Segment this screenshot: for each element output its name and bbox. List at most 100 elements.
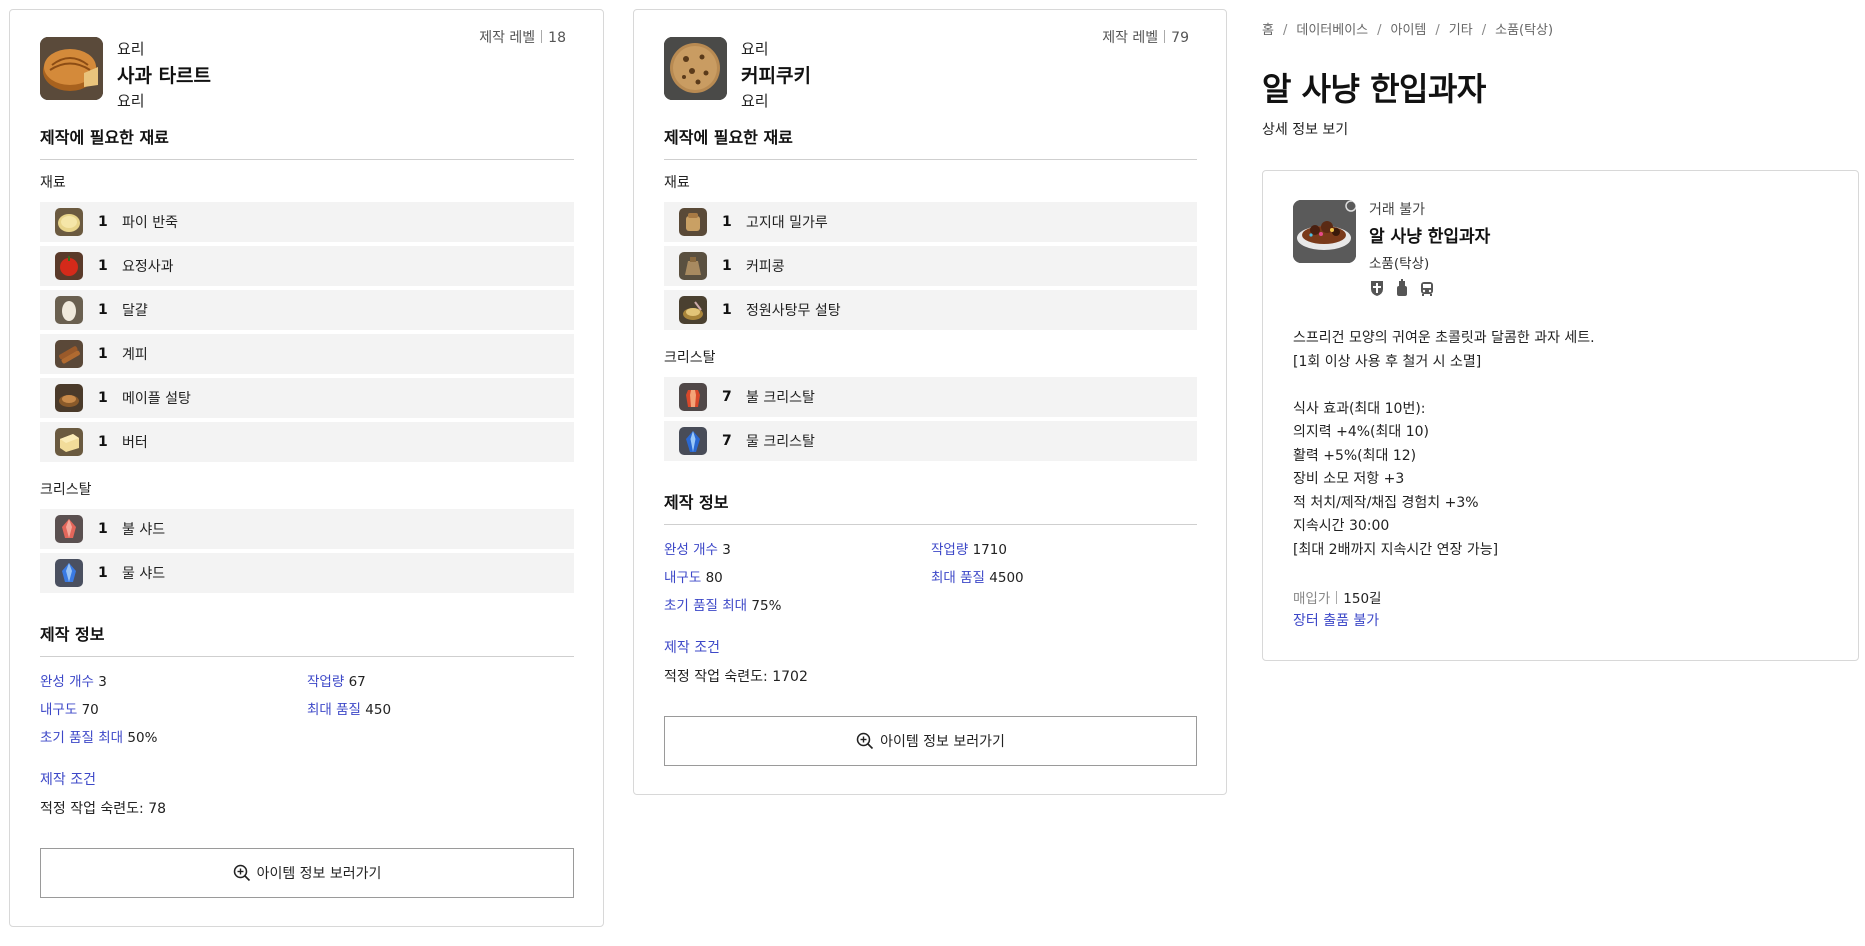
crystal-row[interactable]: 1 물 샤드 — [40, 553, 574, 593]
view-item-label: 아이템 정보 보러가기 — [880, 734, 1005, 750]
yield-label[interactable]: 완성 개수 — [664, 542, 718, 558]
material-qty: 1 — [722, 258, 732, 274]
market-status[interactable]: 장터 출품 불가 — [1293, 610, 1379, 630]
crystal-row[interactable]: 7 불 크리스탈 — [664, 377, 1197, 417]
craft-level: 제작 레벨 18 — [479, 27, 566, 47]
durability-label[interactable]: 내구도 — [664, 570, 701, 586]
materials-label: 재료 — [40, 175, 66, 191]
water-crystal-icon — [679, 427, 707, 455]
recipe-name: 커피쿠키 — [741, 65, 811, 87]
material-row[interactable]: 1 계피 — [40, 334, 574, 374]
price-value: 150길 — [1343, 591, 1382, 607]
craft-level: 제작 레벨 79 — [1102, 27, 1189, 47]
max-quality-value: 450 — [365, 702, 392, 718]
yield-value: 3 — [98, 674, 107, 690]
desc-line: 지속시간 30:00 — [1293, 518, 1390, 534]
armoire-icon — [1369, 279, 1385, 297]
craft-condition-title[interactable]: 제작 조건 — [40, 769, 574, 789]
work-label[interactable]: 작업량 — [307, 674, 344, 690]
fire-shard-icon — [55, 515, 83, 543]
material-name: 요정사과 — [122, 259, 174, 275]
material-qty: 1 — [722, 214, 732, 230]
material-row[interactable]: 1 요정사과 — [40, 246, 574, 286]
sell-price: 매입가 150길 — [1293, 587, 1381, 607]
work-label[interactable]: 작업량 — [931, 542, 968, 558]
crystal-row[interactable]: 1 불 샤드 — [40, 509, 574, 549]
material-qty: 1 — [98, 214, 108, 230]
desc-line: 의지력 +4%(최대 10) — [1293, 424, 1429, 440]
craft-info-grid: 완성 개수 3 작업량 1710 내구도 80 최대 품질 4500 초기 품질… — [664, 538, 1197, 614]
initial-quality-label[interactable]: 초기 품질 최대 — [664, 598, 747, 614]
durability-value: 80 — [705, 570, 723, 586]
egg-hunt-snack-icon — [1293, 200, 1356, 263]
crystal-name: 물 샤드 — [122, 566, 166, 582]
desc-line: [최대 2배까지 지속시간 연장 가능] — [1293, 541, 1499, 558]
crystal-list: 7 불 크리스탈 7 물 크리스탈 — [664, 377, 1197, 461]
view-item-button[interactable]: 아이템 정보 보러가기 — [40, 848, 574, 898]
material-qty: 1 — [98, 346, 108, 362]
material-name: 커피콩 — [746, 259, 785, 275]
maple-sugar-icon — [55, 384, 83, 412]
work-value: 67 — [348, 674, 366, 690]
item-type: 소품(탁상) — [1369, 256, 1430, 272]
crystal-name: 불 크리스탈 — [746, 390, 815, 406]
material-qty: 1 — [98, 302, 108, 318]
craft-info-grid: 완성 개수 3 작업량 67 내구도 70 최대 품질 450 초기 품질 최대… — [40, 670, 574, 746]
max-quality-label[interactable]: 최대 품질 — [931, 570, 985, 586]
detail-link[interactable]: 상세 정보 보기 — [1262, 119, 1348, 139]
recipe-header: 요리 사과 타르트 요리 제작 레벨 18 — [40, 10, 574, 115]
crystal-name: 물 크리스탈 — [746, 434, 815, 450]
breadcrumb-items[interactable]: 아이템 — [1391, 23, 1427, 38]
recipe-category: 요리 — [741, 40, 769, 58]
craft-condition-title[interactable]: 제작 조건 — [664, 637, 1197, 657]
price-label: 매입가 — [1293, 591, 1331, 607]
material-row[interactable]: 1 파이 반죽 — [40, 202, 574, 242]
recipe-category: 요리 — [117, 40, 145, 58]
desc-line: 스프리건 모양의 귀여운 초콜릿과 달콤한 과자 세트. — [1293, 330, 1595, 346]
durability-label[interactable]: 내구도 — [40, 702, 77, 718]
cinnamon-icon — [55, 340, 83, 368]
material-row[interactable]: 1 고지대 밀가루 — [664, 202, 1197, 242]
initial-quality-label[interactable]: 초기 품질 최대 — [40, 730, 123, 746]
page-title: 알 사냥 한입과자 — [1262, 70, 1486, 108]
breadcrumb-tabletop[interactable]: 소품(탁상) — [1495, 23, 1553, 38]
material-row[interactable]: 1 커피콩 — [664, 246, 1197, 286]
item-name: 알 사냥 한입과자 — [1369, 227, 1491, 247]
craft-level-label: 제작 레벨 — [479, 30, 536, 46]
yield-label[interactable]: 완성 개수 — [40, 674, 94, 690]
flour-icon — [679, 208, 707, 236]
view-item-button[interactable]: 아이템 정보 보러가기 — [664, 716, 1197, 766]
breadcrumb-misc[interactable]: 기타 — [1449, 23, 1473, 38]
crystals-label: 크리스탈 — [40, 482, 92, 498]
crystal-row[interactable]: 7 물 크리스탈 — [664, 421, 1197, 461]
material-row[interactable]: 1 정원사탕무 설탕 — [664, 290, 1197, 330]
material-name: 달걀 — [122, 303, 148, 319]
max-quality-label[interactable]: 최대 품질 — [307, 702, 361, 718]
desc-line — [1293, 374, 1595, 398]
crystal-list: 1 불 샤드 1 물 샤드 — [40, 509, 574, 593]
material-row[interactable]: 1 달걀 — [40, 290, 574, 330]
material-row[interactable]: 1 버터 — [40, 422, 574, 462]
view-item-label: 아이템 정보 보러가기 — [256, 866, 382, 882]
material-qty: 1 — [98, 390, 108, 406]
material-row[interactable]: 1 메이플 설탕 — [40, 378, 574, 418]
initial-quality-value: 75% — [751, 598, 782, 614]
material-list: 1 고지대 밀가루 1 커피콩 1 정원사탕무 설탕 — [664, 202, 1197, 330]
pie-dough-icon — [55, 208, 83, 236]
craft-level-value: 79 — [1171, 30, 1189, 46]
fire-crystal-icon — [679, 383, 707, 411]
recipe-header: 요리 커피쿠키 요리 제작 레벨 79 — [664, 10, 1197, 115]
breadcrumb-database[interactable]: 데이터베이스 — [1296, 23, 1368, 38]
initial-quality-value: 50% — [127, 730, 158, 746]
zoom-in-icon — [856, 732, 874, 750]
item-flags — [1369, 279, 1435, 297]
recipe-subcategory: 요리 — [741, 92, 769, 110]
apple-tart-icon — [40, 37, 103, 100]
desc-line: [1회 이상 사용 후 철거 시 소멸] — [1293, 353, 1482, 370]
recipe-card-coffee-cookie: 요리 커피쿠키 요리 제작 레벨 79 제작에 필요한 재료 재료 1 고지대 밀… — [633, 9, 1227, 795]
material-name: 파이 반죽 — [122, 215, 178, 231]
breadcrumb-home[interactable]: 홈 — [1262, 23, 1274, 38]
craft-info-title: 제작 정보 — [40, 621, 574, 657]
water-shard-icon — [55, 559, 83, 587]
beet-sugar-icon — [679, 296, 707, 324]
